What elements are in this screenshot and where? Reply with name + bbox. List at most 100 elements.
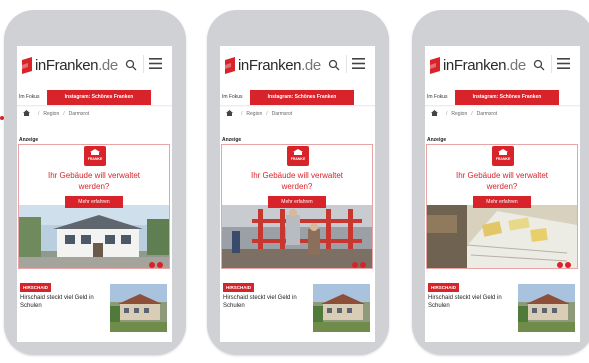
ad-headline-line: werden? bbox=[486, 182, 518, 191]
news-location-tag: HIRSCHAID bbox=[20, 283, 52, 292]
breadcrumb: / Region / Darmsrot bbox=[431, 110, 497, 120]
nav-item-instagram[interactable]: Instagram: Schönes Franken bbox=[47, 90, 151, 105]
house-icon bbox=[90, 149, 100, 155]
menu-icon[interactable] bbox=[149, 58, 162, 69]
carousel-dot[interactable] bbox=[557, 262, 563, 268]
breadcrumb-item[interactable]: Darmsrot bbox=[477, 111, 498, 117]
ad-brand-name: FRANKE bbox=[495, 157, 511, 161]
nav-divider bbox=[425, 105, 580, 107]
search-icon[interactable] bbox=[328, 59, 340, 71]
breadcrumb-separator: / bbox=[446, 111, 448, 117]
ad-label: Anzeige bbox=[427, 137, 447, 143]
house-icon bbox=[498, 149, 508, 155]
news-thumbnail[interactable] bbox=[110, 284, 167, 332]
phone-mockup: inFranken.de Im Fokus Instagram: Schönes F… bbox=[4, 10, 186, 355]
ad-label: Anzeige bbox=[222, 137, 242, 143]
ad-cta-button[interactable]: Mehr erfahren bbox=[473, 196, 531, 208]
breadcrumb-separator: / bbox=[63, 111, 65, 117]
phone-screen: inFranken.de Im Fokus Instagram: Schönes F… bbox=[17, 46, 172, 342]
logo-tld: .de bbox=[301, 57, 321, 74]
news-location-tag: HIRSCHAID bbox=[428, 283, 460, 292]
topic-nav: Im Fokus Instagram: Schönes Franken bbox=[17, 90, 172, 105]
breadcrumb-item[interactable]: Darmsrot bbox=[69, 111, 90, 117]
ad-brand-logo: FRANKE bbox=[492, 146, 514, 166]
ad-headline: Ihr Gebäude will verwaltet werden? bbox=[427, 170, 577, 192]
menu-icon[interactable] bbox=[557, 58, 570, 69]
topic-nav: Im Fokus Instagram: Schönes Franken bbox=[220, 90, 375, 105]
home-icon[interactable] bbox=[23, 110, 30, 116]
ad-headline-line: Ihr Gebäude will verwaltet bbox=[250, 171, 344, 180]
logo-brand: inFranken bbox=[443, 57, 507, 74]
site-header: inFranken.de bbox=[17, 46, 172, 82]
nav-item-instagram[interactable]: Instagram: Schönes Franken bbox=[455, 90, 559, 105]
site-logo[interactable]: inFranken.de bbox=[35, 57, 118, 74]
breadcrumb-item[interactable]: Region bbox=[451, 111, 467, 117]
news-title[interactable]: Hirschaid steckt viel Geld in Schulen bbox=[20, 295, 100, 310]
logo-mark-icon bbox=[225, 57, 235, 74]
ad-carousel-dots[interactable] bbox=[147, 255, 163, 268]
home-icon[interactable] bbox=[226, 110, 233, 116]
search-icon[interactable] bbox=[533, 59, 545, 71]
breadcrumb-item[interactable]: Region bbox=[246, 111, 262, 117]
breadcrumb-separator: / bbox=[266, 111, 268, 117]
logo-mark-icon bbox=[430, 57, 440, 74]
news-thumbnail[interactable] bbox=[518, 284, 575, 332]
ad-banner[interactable]: FRANKE Ihr Gebäude will verwaltet werden? M… bbox=[221, 144, 373, 269]
phone-screen: inFranken.de Im Fokus Instagram: Schönes F… bbox=[220, 46, 375, 342]
breadcrumb: / Region / Darmsrot bbox=[226, 110, 292, 120]
news-title[interactable]: Hirschaid steckt viel Geld in Schulen bbox=[428, 295, 508, 310]
search-icon[interactable] bbox=[125, 59, 137, 71]
header-divider bbox=[346, 55, 347, 73]
ad-cta-button[interactable]: Mehr erfahren bbox=[268, 196, 326, 208]
site-logo[interactable]: inFranken.de bbox=[238, 57, 321, 74]
news-thumbnail[interactable] bbox=[313, 284, 370, 332]
logo-brand: inFranken bbox=[238, 57, 302, 74]
site-header: inFranken.de bbox=[220, 46, 375, 82]
ad-banner[interactable]: FRANKE Ihr Gebäude will verwaltet werden? M… bbox=[426, 144, 578, 269]
carousel-dot[interactable] bbox=[360, 262, 366, 268]
nav-item-instagram[interactable]: Instagram: Schönes Franken bbox=[250, 90, 354, 105]
ad-carousel-dots[interactable] bbox=[350, 255, 366, 268]
nav-item-im-fokus[interactable]: Im Fokus bbox=[222, 94, 243, 100]
ad-brand-name: FRANKE bbox=[87, 157, 103, 161]
home-icon[interactable] bbox=[431, 110, 438, 116]
ad-cta-button[interactable]: Mehr erfahren bbox=[65, 196, 123, 208]
ad-brand-name: FRANKE bbox=[290, 157, 306, 161]
nav-item-im-fokus[interactable]: Im Fokus bbox=[427, 94, 448, 100]
carousel-dot[interactable] bbox=[157, 262, 163, 268]
menu-icon[interactable] bbox=[352, 58, 365, 69]
site-logo[interactable]: inFranken.de bbox=[443, 57, 526, 74]
header-divider bbox=[143, 55, 144, 73]
logo-mark-icon bbox=[22, 57, 32, 74]
house-icon bbox=[293, 149, 303, 155]
ad-brand-logo: FRANKE bbox=[287, 146, 309, 166]
ad-carousel-dots[interactable] bbox=[555, 255, 571, 268]
logo-tld: .de bbox=[506, 57, 526, 74]
ad-headline-line: werden? bbox=[78, 182, 110, 191]
topic-nav: Im Fokus Instagram: Schönes Franken bbox=[425, 90, 580, 105]
carousel-dot[interactable] bbox=[565, 262, 571, 268]
logo-tld: .de bbox=[98, 57, 118, 74]
phone-mockup: inFranken.de Im Fokus Instagram: Schönes F… bbox=[412, 10, 589, 355]
phone-screen: inFranken.de Im Fokus Instagram: Schönes F… bbox=[425, 46, 580, 342]
nav-item-im-fokus[interactable]: Im Fokus bbox=[19, 94, 40, 100]
ad-headline-line: Ihr Gebäude will verwaltet bbox=[47, 171, 141, 180]
ad-brand-logo: FRANKE bbox=[84, 146, 106, 166]
nav-divider bbox=[17, 105, 172, 107]
ad-headline: Ihr Gebäude will verwaltet werden? bbox=[19, 170, 169, 192]
ad-headline-line: Ihr Gebäude will verwaltet bbox=[455, 171, 549, 180]
phone-mockup: inFranken.de Im Fokus Instagram: Schönes F… bbox=[207, 10, 389, 355]
carousel-dot[interactable] bbox=[352, 262, 358, 268]
news-location-tag: HIRSCHAID bbox=[223, 283, 255, 292]
breadcrumb-separator: / bbox=[38, 111, 40, 117]
nav-divider bbox=[220, 105, 375, 107]
ad-banner[interactable]: FRANKE Ihr Gebäude will verwaltet werden? M… bbox=[18, 144, 170, 269]
carousel-dot[interactable] bbox=[149, 262, 155, 268]
breadcrumb-item[interactable]: Darmsrot bbox=[272, 111, 293, 117]
logo-brand: inFranken bbox=[35, 57, 99, 74]
ad-label: Anzeige bbox=[19, 137, 39, 143]
breadcrumb: / Region / Darmsrot bbox=[23, 110, 89, 120]
ad-headline: Ihr Gebäude will verwaltet werden? bbox=[222, 170, 372, 192]
breadcrumb-item[interactable]: Region bbox=[43, 111, 59, 117]
news-title[interactable]: Hirschaid steckt viel Geld in Schulen bbox=[223, 295, 303, 310]
